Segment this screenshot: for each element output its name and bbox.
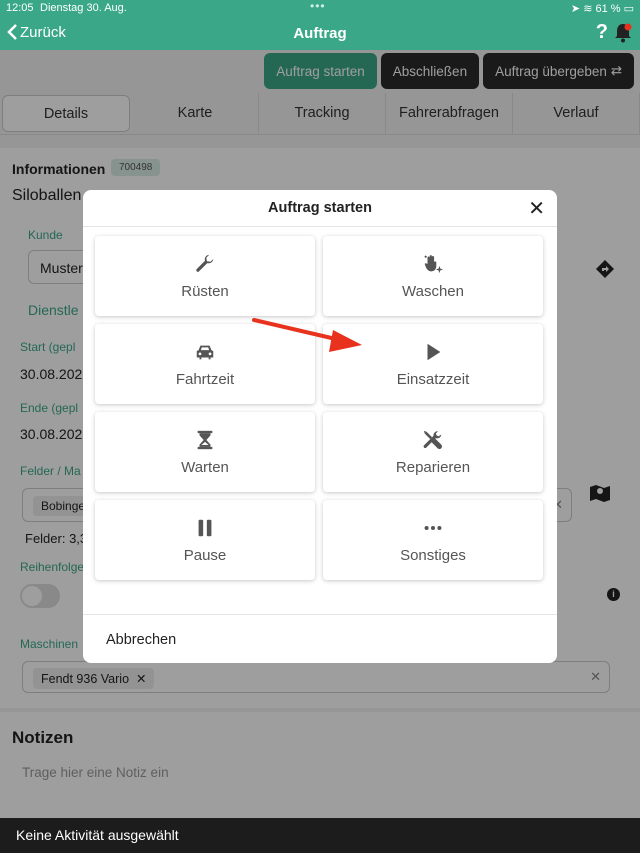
start-order-modal: Auftrag starten ✕ Rüsten Waschen Fahrtze…	[83, 190, 557, 663]
activity-label: Fahrtzeit	[175, 370, 235, 388]
status-date: Dienstag 30. Aug.	[40, 2, 127, 14]
app-header: 12:05 Dienstag 30. Aug. ••• ➤ ≋ 61 % ▭ Z…	[0, 0, 640, 50]
activity-card-ruesten[interactable]: Rüsten	[95, 236, 315, 316]
activity-card-reparieren[interactable]: Reparieren	[323, 412, 543, 492]
activity-label: Einsatzzeit	[396, 370, 470, 388]
modal-title: Auftrag starten	[268, 200, 372, 216]
close-icon[interactable]: ✕	[528, 196, 545, 221]
pause-icon	[198, 519, 212, 536]
play-icon	[427, 343, 441, 360]
activity-label: Pause	[183, 546, 227, 564]
hourglass-icon	[197, 430, 213, 449]
page-title: Auftrag	[293, 25, 347, 42]
activity-card-pause[interactable]: Pause	[95, 500, 315, 580]
status-battery: ➤ ≋ 61 % ▭	[570, 3, 634, 15]
status-time: 12:05	[6, 2, 34, 14]
car-icon	[196, 345, 214, 359]
tools-icon	[423, 430, 443, 449]
activity-label: Sonstiges	[400, 546, 466, 564]
status-bar: 12:05 Dienstag 30. Aug. ••• ➤ ≋ 61 % ▭	[0, 0, 640, 16]
activity-card-sonstiges[interactable]: Sonstiges	[323, 500, 543, 580]
activity-card-waschen[interactable]: Waschen	[323, 236, 543, 316]
help-icon[interactable]: ?	[596, 21, 608, 44]
modal-divider	[83, 226, 557, 227]
activity-label: Reparieren	[395, 458, 471, 476]
modal-footer-divider	[83, 614, 557, 615]
activity-label: Waschen	[402, 282, 464, 300]
cancel-button[interactable]: Abbrechen	[106, 632, 176, 648]
activity-card-fahrtzeit[interactable]: Fahrtzeit	[95, 324, 315, 404]
activity-card-einsatzzeit[interactable]: Einsatzzeit	[323, 324, 543, 404]
activity-label: Rüsten	[181, 282, 229, 300]
more-icon	[424, 525, 442, 530]
activity-status-bar: Keine Aktivität ausgewählt	[0, 818, 640, 853]
bell-icon[interactable]	[614, 23, 632, 48]
activity-label: Warten	[181, 458, 229, 476]
activity-grid: Rüsten Waschen Fahrtzeit Einsatzzeit War…	[95, 236, 545, 580]
wrench-icon	[196, 254, 214, 272]
hand-sparkle-icon	[424, 254, 444, 273]
multitask-dots-icon[interactable]: •••	[310, 0, 326, 13]
activity-card-warten[interactable]: Warten	[95, 412, 315, 492]
